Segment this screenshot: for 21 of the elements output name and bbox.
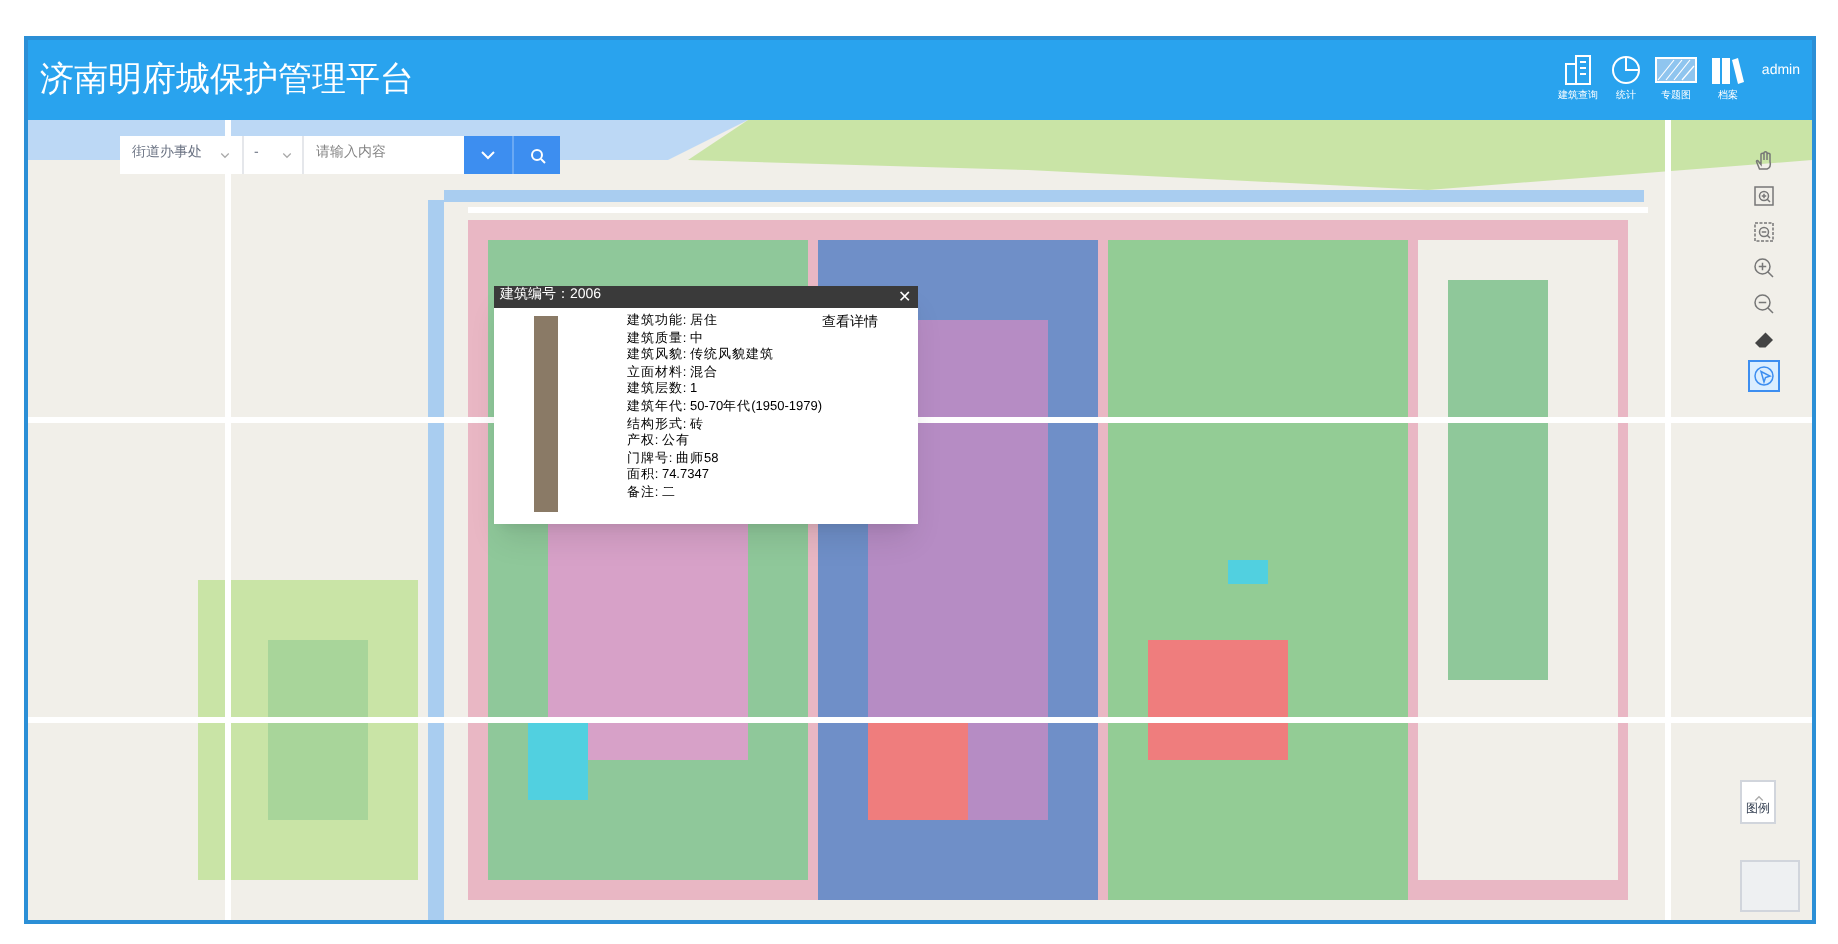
search-button[interactable] — [512, 136, 560, 174]
hand-icon — [1752, 148, 1776, 172]
app-title: 济南明府城保护管理平台 — [40, 58, 414, 103]
map-layer-icon — [1653, 54, 1698, 87]
map-tool-button[interactable] — [1748, 216, 1780, 248]
search-icon — [529, 147, 545, 163]
zoom-out-icon — [1752, 292, 1776, 316]
caret-icon — [220, 151, 230, 159]
zoom-box-icon — [1752, 184, 1776, 208]
pointer-icon — [1752, 364, 1776, 388]
caret-icon — [282, 151, 292, 159]
building-icon — [1561, 54, 1594, 87]
caret-icon — [1753, 794, 1763, 802]
zoom-box-icon — [1752, 220, 1776, 244]
map-tool-button[interactable] — [1748, 180, 1780, 212]
pie-chart-icon — [1609, 54, 1642, 87]
eraser-icon — [1752, 328, 1776, 352]
caret-icon — [480, 149, 496, 161]
close-button[interactable]: ✕ — [898, 289, 912, 305]
zoom-in-icon — [1752, 256, 1776, 280]
binders-icon — [1709, 54, 1746, 87]
